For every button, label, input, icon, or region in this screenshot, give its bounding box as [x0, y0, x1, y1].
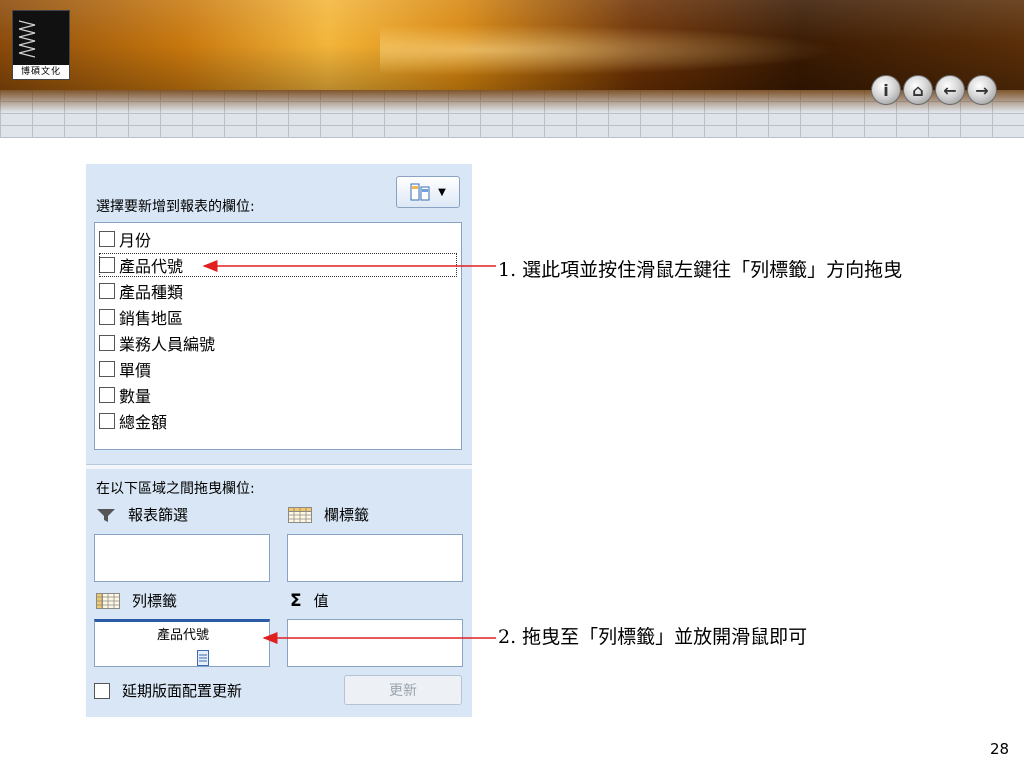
banner-highlight: [380, 20, 900, 80]
fields-section-label: 選擇要新增到報表的欄位:: [96, 199, 255, 215]
field-label: 銷售地區: [119, 309, 184, 328]
field-list: 月份 產品代號 產品種類 銷售地區 業務人員編號 單價 數量 總金額: [94, 222, 462, 450]
back-arrow-icon[interactable]: ←: [935, 75, 965, 105]
layout-icon: [410, 183, 430, 201]
field-label: 總金額: [119, 413, 168, 432]
chevron-down-icon: ▼: [438, 186, 446, 198]
row-labels-header: 列標籤: [96, 590, 177, 611]
row-grid-icon: [96, 592, 120, 609]
slide-banner: 博碩文化 i ⌂ ← →: [0, 0, 1024, 140]
column-grid-icon: [288, 506, 312, 523]
areas-section-label: 在以下區域之間拖曳欄位:: [96, 481, 255, 497]
info-icon[interactable]: i: [871, 75, 901, 105]
pivot-field-list-panel: 選擇要新增到報表的欄位: ▼ 月份 產品代號 產品種類 銷售地區 業務人員編號 …: [86, 164, 472, 717]
field-item-salesperson-id[interactable]: 業務人員編號: [99, 331, 457, 355]
update-button[interactable]: 更新: [344, 675, 462, 705]
defer-layout-update-checkbox[interactable]: [94, 682, 110, 699]
field-label: 單價: [119, 361, 152, 380]
field-checkbox[interactable]: [99, 387, 115, 403]
field-item-month[interactable]: 月份: [99, 227, 457, 251]
step1-callout: 1. 選此項並按住滑鼠左鍵往「列標籤」方向拖曳: [498, 259, 903, 281]
field-checkbox[interactable]: [99, 361, 115, 377]
report-filter-drop-area[interactable]: [94, 534, 270, 582]
filter-icon: [97, 508, 115, 522]
report-filter-label: 報表篩選: [128, 506, 189, 524]
logo-text: 博碩文化: [13, 65, 69, 79]
field-checkbox[interactable]: [99, 309, 115, 325]
column-labels-label: 欄標籤: [324, 506, 370, 524]
field-item-unit-price[interactable]: 單價: [99, 357, 457, 381]
field-checkbox[interactable]: [99, 335, 115, 351]
home-icon[interactable]: ⌂: [903, 75, 933, 105]
field-label: 產品代號: [119, 257, 184, 276]
column-labels-drop-area[interactable]: [287, 534, 463, 582]
forward-arrow-icon[interactable]: →: [967, 75, 997, 105]
logo-mark-icon: [18, 20, 36, 58]
values-drop-area[interactable]: [287, 619, 463, 667]
field-checkbox[interactable]: [99, 413, 115, 429]
values-label: 值: [313, 592, 329, 610]
sigma-icon: Σ: [290, 590, 302, 611]
values-header: Σ 值: [290, 590, 329, 611]
defer-layout-update[interactable]: 延期版面配置更新: [94, 680, 242, 701]
field-label: 產品種類: [119, 283, 184, 302]
field-label: 業務人員編號: [119, 335, 216, 354]
drag-cursor-icon: [197, 650, 209, 666]
field-label: 數量: [119, 387, 152, 406]
field-item-product-category[interactable]: 產品種類: [99, 279, 457, 303]
field-checkbox[interactable]: [99, 283, 115, 299]
report-filter-header: 報表篩選: [96, 504, 188, 525]
row-labels-drop-area[interactable]: 產品代號: [94, 619, 270, 667]
field-item-product-code[interactable]: 產品代號: [99, 253, 457, 277]
field-label: 月份: [119, 231, 152, 250]
field-checkbox[interactable]: [99, 231, 115, 247]
field-item-quantity[interactable]: 數量: [99, 383, 457, 407]
panel-splitter[interactable]: [86, 464, 472, 469]
field-item-sales-region[interactable]: 銷售地區: [99, 305, 457, 329]
dragging-field-item[interactable]: 產品代號: [94, 619, 270, 667]
publisher-logo: 博碩文化: [12, 10, 70, 80]
step2-callout: 2. 拖曳至「列標籤」並放開滑鼠即可: [498, 626, 808, 648]
slide-nav-buttons: i ⌂ ← →: [871, 75, 997, 105]
row-labels-label: 列標籤: [132, 592, 178, 610]
page-number: 28: [990, 740, 1010, 758]
defer-layout-update-label: 延期版面配置更新: [122, 682, 243, 700]
column-labels-header: 欄標籤: [288, 504, 369, 525]
dragging-field-label: 產品代號: [156, 628, 209, 643]
field-checkbox[interactable]: [99, 257, 115, 273]
field-list-layout-button[interactable]: ▼: [396, 176, 460, 208]
field-item-total-amount[interactable]: 總金額: [99, 409, 457, 433]
